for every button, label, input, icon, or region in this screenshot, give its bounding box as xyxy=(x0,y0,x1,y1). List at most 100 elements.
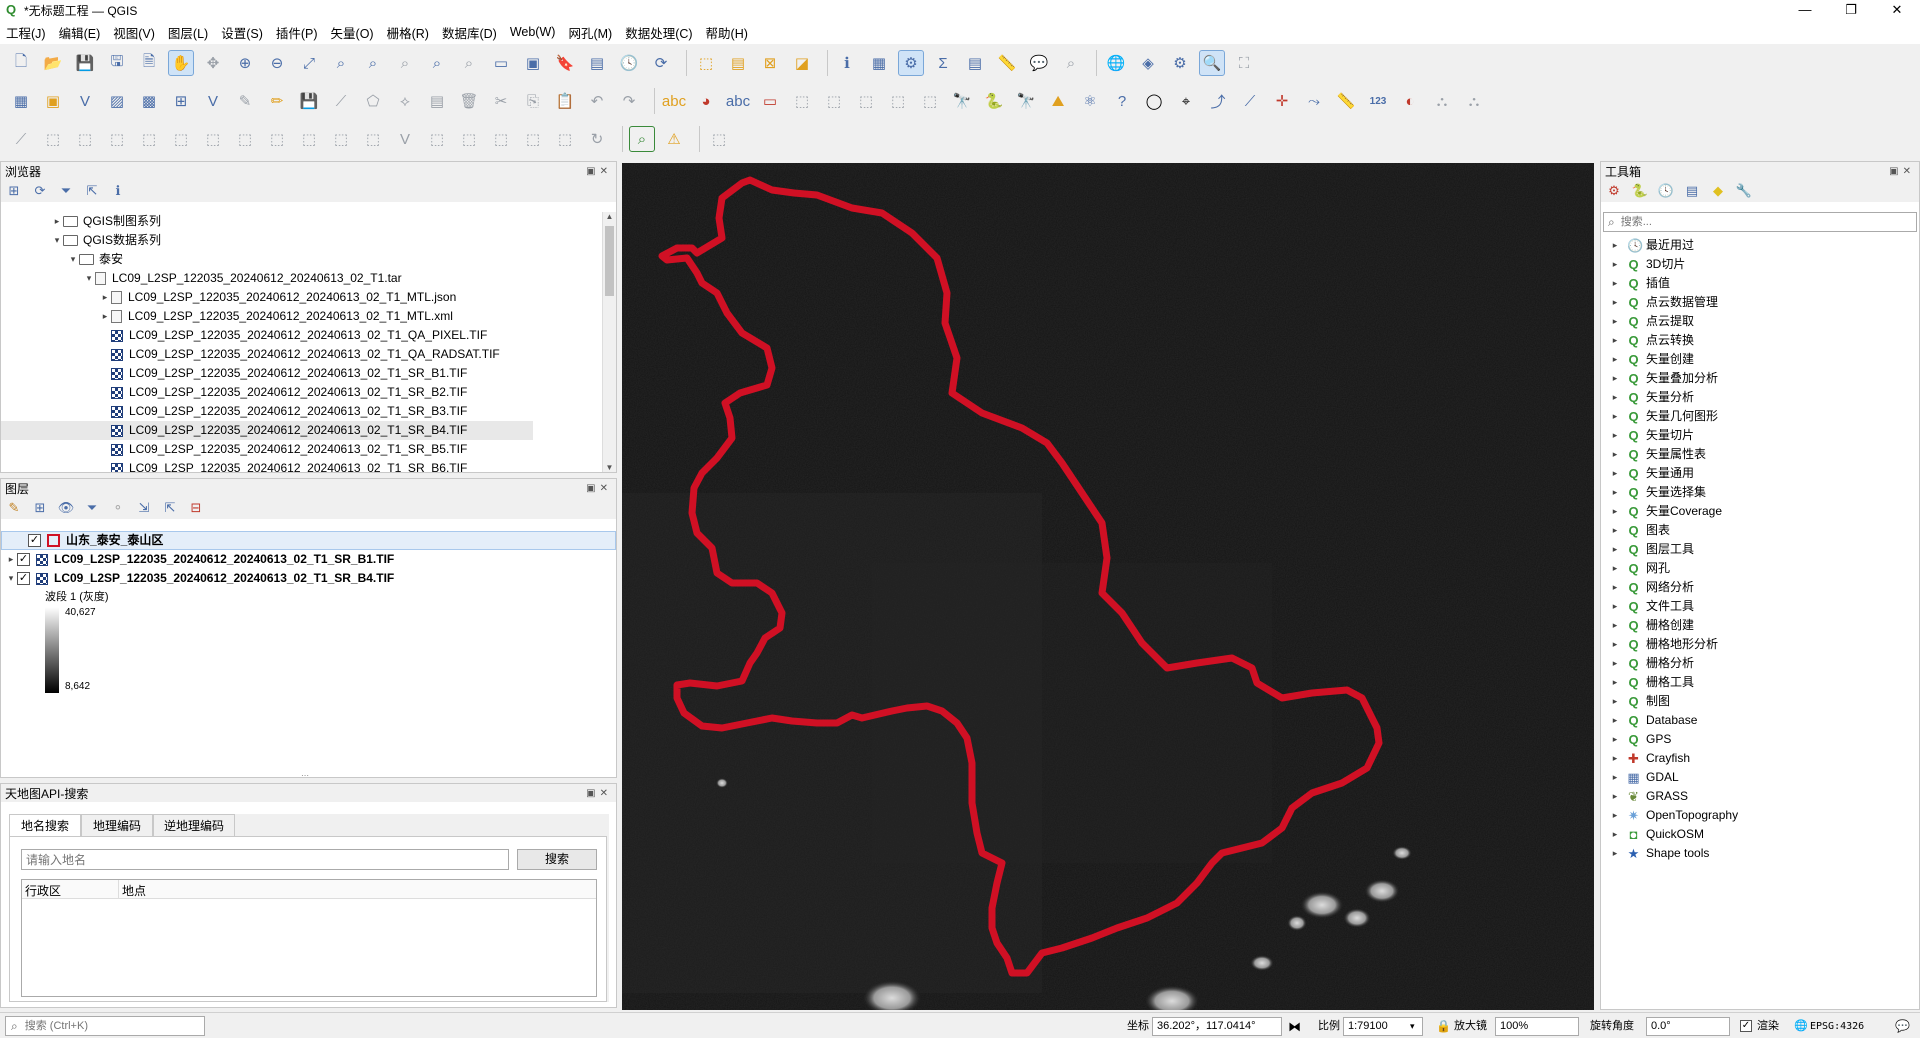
zoom-next-icon[interactable]: ⌕ xyxy=(456,50,482,76)
expand-arrow-icon[interactable]: ▸ xyxy=(1609,521,1621,540)
connector-icon[interactable]: ⤳ xyxy=(1301,88,1327,114)
pan-map-icon[interactable]: ✋ xyxy=(168,50,194,76)
crs-button[interactable]: EPSG:4326 xyxy=(1810,1017,1864,1036)
current-edits-icon[interactable]: ✎ xyxy=(232,88,258,114)
expand-arrow-icon[interactable]: ▸ xyxy=(1609,806,1621,825)
layer-row-selected[interactable]: ✓ 山东_泰安_泰山区 xyxy=(1,531,616,550)
menu-layer[interactable]: 图层(L) xyxy=(168,23,208,42)
warning-tool-icon[interactable]: ⚠ xyxy=(661,126,687,152)
expand-arrow-icon[interactable]: ▸ xyxy=(1609,255,1621,274)
menu-plugins[interactable]: 插件(P) xyxy=(276,23,318,42)
expand-arrow-icon[interactable]: ▸ xyxy=(1609,616,1621,635)
tab-place-search[interactable]: 地名搜索 xyxy=(9,814,81,837)
statistics-icon[interactable]: Σ xyxy=(930,50,956,76)
expand-arrow-icon[interactable]: ▸ xyxy=(1609,331,1621,350)
scroll-thumb[interactable] xyxy=(605,226,614,296)
lock-icon[interactable]: 🔒 xyxy=(1436,1017,1451,1036)
expand-all-icon[interactable]: ⇲ xyxy=(135,499,153,517)
toolbox-search-input[interactable] xyxy=(1618,215,1899,229)
expand-arrow-icon[interactable]: ▸ xyxy=(1609,635,1621,654)
rotation-field[interactable]: 0.0° xyxy=(1646,1017,1730,1036)
browser-item[interactable]: LC09_L2SP_122035_20240612_20240613_02_T1… xyxy=(99,383,467,402)
crosshair-icon[interactable]: ⌖ xyxy=(1173,88,1199,114)
rotate-symbols-icon[interactable]: ↻ xyxy=(584,126,610,152)
toolbox-group[interactable]: ▸ ✷ OpenTopography xyxy=(1609,806,1738,825)
new-map-view-icon[interactable]: ▭ xyxy=(488,50,514,76)
expand-arrow-icon[interactable]: ▸ xyxy=(99,288,111,307)
toolbox-group[interactable]: ▸ Q 矢量Coverage xyxy=(1609,502,1722,521)
toolbox-group[interactable]: ▸ Q 制图 xyxy=(1609,692,1670,711)
digitize-icon[interactable]: ⟋ xyxy=(328,88,354,114)
add-ring-icon[interactable]: ⬚ xyxy=(168,126,194,152)
save-edits-icon[interactable]: 💾 xyxy=(296,88,322,114)
change-label-icon[interactable]: ⬚ xyxy=(853,88,879,114)
menu-raster[interactable]: 栅格(R) xyxy=(387,23,429,42)
merge-attributes-icon[interactable]: ⬚ xyxy=(552,126,578,152)
zoom-full-icon[interactable]: ⤢ xyxy=(296,50,322,76)
new-3d-view-icon[interactable]: ▣ xyxy=(520,50,546,76)
new-geopackage-icon[interactable]: ▣ xyxy=(40,88,66,114)
open-project-icon[interactable]: 📂 xyxy=(40,50,66,76)
deselect-icon[interactable]: ⊠ xyxy=(757,50,783,76)
line-measure-icon[interactable]: ⟋ xyxy=(1237,88,1263,114)
simplify-icon[interactable]: ⬚ xyxy=(136,126,162,152)
label-properties-icon[interactable]: ⬚ xyxy=(917,88,943,114)
toolbox-group[interactable]: ▸ Q Database xyxy=(1609,711,1698,730)
move-feature-icon[interactable]: ⬚ xyxy=(40,126,66,152)
temporal-controller-icon[interactable]: 🕓 xyxy=(616,50,642,76)
panel-close-icon[interactable]: ▣✕ xyxy=(586,483,616,494)
add-mesh-icon[interactable]: ▩ xyxy=(136,88,162,114)
expand-arrow-icon[interactable]: ▸ xyxy=(1609,673,1621,692)
menu-project[interactable]: 工程(J) xyxy=(6,23,46,42)
filter-expression-icon[interactable]: ⚬ xyxy=(109,499,127,517)
browser-item[interactable]: LC09_L2SP_122035_20240612_20240613_02_T1… xyxy=(99,440,467,459)
toolbox-group[interactable]: ▸ ◘ QuickOSM xyxy=(1609,825,1704,844)
browser-item[interactable]: LC09_L2SP_122035_20240612_20240613_02_T1… xyxy=(99,345,500,364)
expand-arrow-icon[interactable]: ▸ xyxy=(1609,787,1621,806)
expand-arrow-icon[interactable]: ▾ xyxy=(5,569,17,588)
panel-close-icon[interactable]: ▣✕ xyxy=(1889,166,1919,177)
select-location-icon[interactable]: ◪ xyxy=(789,50,815,76)
plugin-network-icon[interactable]: ⚛ xyxy=(1077,88,1103,114)
zoom-layer-icon[interactable]: ⌕ xyxy=(360,50,386,76)
counter-icon[interactable]: 123 xyxy=(1365,88,1391,114)
field-calculator-icon[interactable]: ▤ xyxy=(962,50,988,76)
xy-tool-icon[interactable]: ⤴ xyxy=(1205,88,1231,114)
rotate-label-icon[interactable]: ⬚ xyxy=(821,88,847,114)
browser-item[interactable]: LC09_L2SP_122035_20240612_20240613_02_T1… xyxy=(99,459,467,472)
filter-icon[interactable]: ⏷ xyxy=(57,182,75,200)
reverse-line-icon[interactable]: V xyxy=(392,126,418,152)
expand-arrow-icon[interactable]: ▸ xyxy=(1609,597,1621,616)
map-tips-icon[interactable]: 💬 xyxy=(1026,50,1052,76)
options-icon[interactable]: 🔧 xyxy=(1735,182,1753,200)
ruler-icon[interactable]: 📏 xyxy=(1333,88,1359,114)
toolbox-group[interactable]: ▸ Q 网络分析 xyxy=(1609,578,1694,597)
add-raster-icon[interactable]: ▨ xyxy=(104,88,130,114)
select-features-icon[interactable]: ⬚ xyxy=(693,50,719,76)
menu-settings[interactable]: 设置(S) xyxy=(221,23,263,42)
crs-icon[interactable]: 🌐 xyxy=(1794,1017,1808,1036)
toolbox-group[interactable]: ▸ Q 矢量叠加分析 xyxy=(1609,369,1718,388)
expand-arrow-icon[interactable]: ▸ xyxy=(1609,768,1621,787)
toolbox-group[interactable]: ▸ Q 矢量切片 xyxy=(1609,426,1694,445)
expand-arrow-icon[interactable]: ▸ xyxy=(1609,559,1621,578)
toolbox-group[interactable]: ▸ Q 图层工具 xyxy=(1609,540,1694,559)
add-layer-icon[interactable]: ⊞ xyxy=(5,182,23,200)
panel-close-icon[interactable]: ▣✕ xyxy=(586,166,616,177)
split-features-icon[interactable]: ⬚ xyxy=(456,126,482,152)
expand-arrow-icon[interactable]: ▸ xyxy=(1609,407,1621,426)
measure-icon[interactable]: 📏 xyxy=(994,50,1020,76)
toolbox-group[interactable]: ▸ Q GPS xyxy=(1609,730,1672,749)
expand-arrow-icon[interactable]: ▸ xyxy=(1609,388,1621,407)
toolbox-group[interactable]: ▸ Q 栅格工具 xyxy=(1609,673,1694,692)
expand-arrow-icon[interactable]: ▸ xyxy=(1609,578,1621,597)
circle-tool-icon[interactable]: ◯ xyxy=(1141,88,1167,114)
expand-arrow-icon[interactable]: ▾ xyxy=(67,250,79,269)
select-by-value-icon[interactable]: ▤ xyxy=(725,50,751,76)
layer-row[interactable]: ▸ ✓ LC09_L2SP_122035_20240612_20240613_0… xyxy=(5,550,394,569)
full-screen-icon[interactable]: ⛶ xyxy=(1231,50,1257,76)
save-project-icon[interactable]: 💾 xyxy=(72,50,98,76)
attribute-table-icon[interactable]: ▦ xyxy=(866,50,892,76)
expand-arrow-icon[interactable]: ▸ xyxy=(1609,274,1621,293)
history-icon[interactable]: 🕓 xyxy=(1657,182,1675,200)
